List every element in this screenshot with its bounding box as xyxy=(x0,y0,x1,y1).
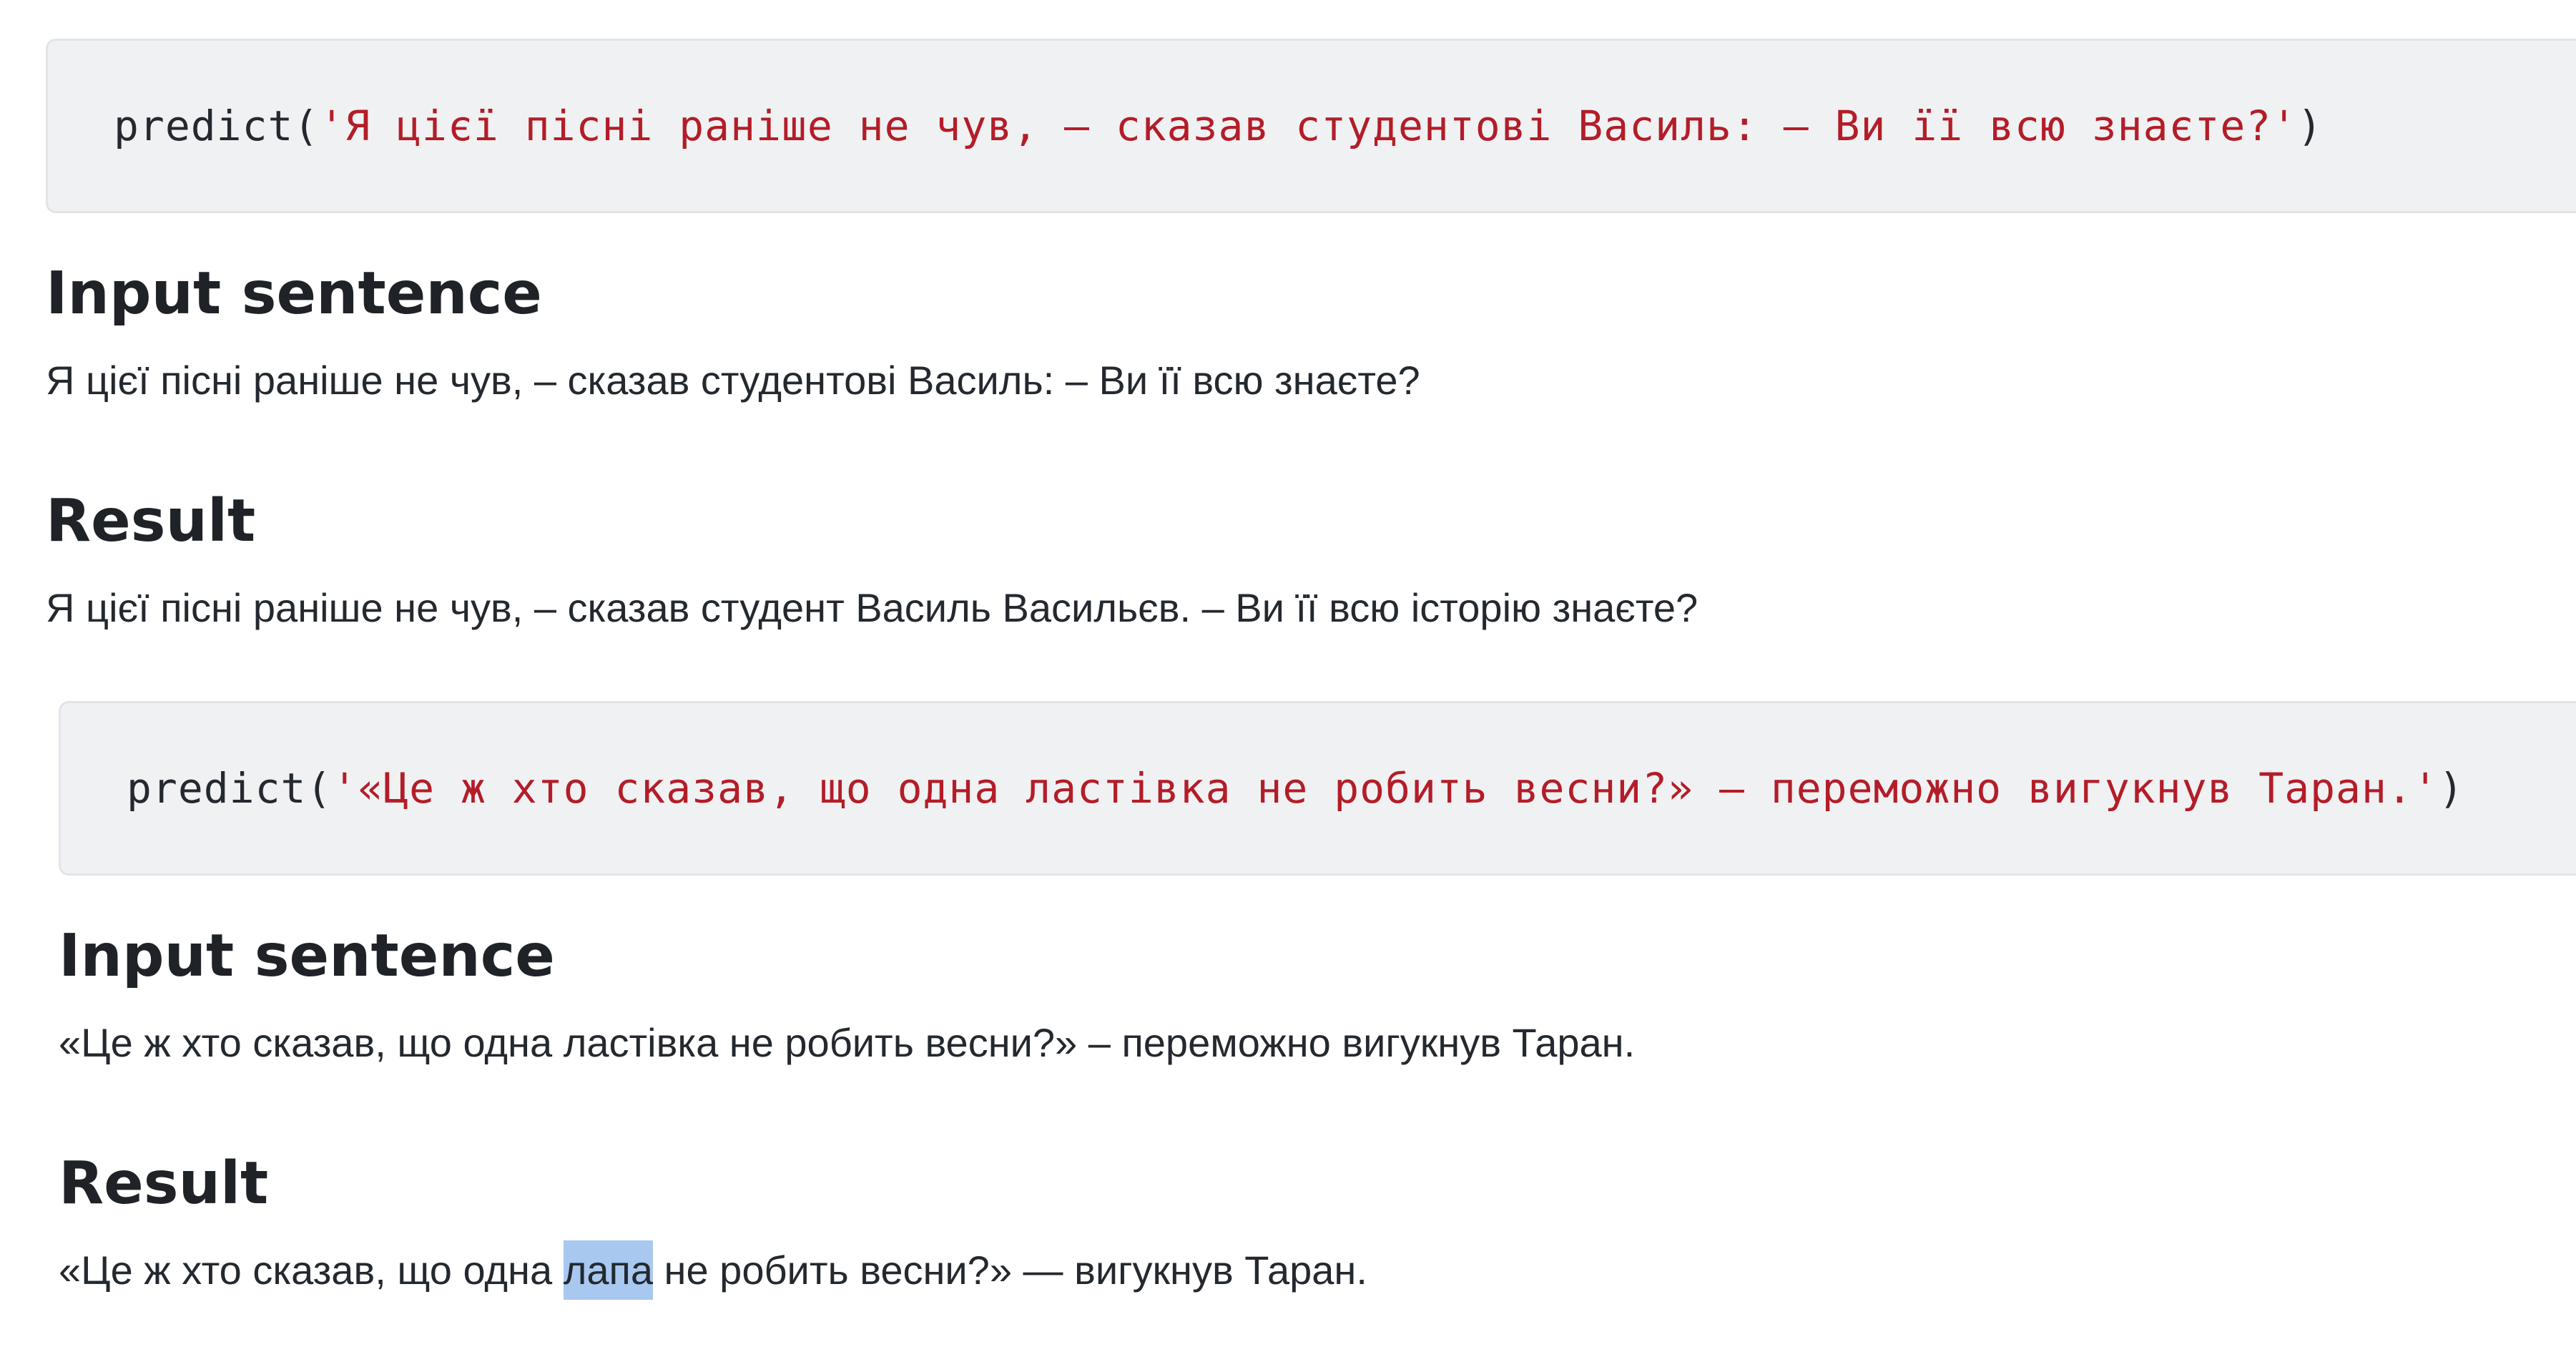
code-function: predict( xyxy=(127,764,333,813)
code-cell[interactable]: predict('«Це ж хто сказав, що одна ласті… xyxy=(59,701,2576,876)
selected-word-highlight[interactable]: лапа xyxy=(563,1240,653,1300)
input-sentence-text: «Це ж хто сказав, що одна ластівка не ро… xyxy=(59,1020,1636,1065)
input-sentence-heading: Input sentence xyxy=(46,260,542,328)
code-close-paren: ) xyxy=(2297,102,2324,150)
code-function: predict( xyxy=(114,102,320,150)
result-heading: Result xyxy=(46,487,256,555)
input-sentence-text: Я цієї пісні раніше не чув, – сказав сту… xyxy=(46,358,1420,403)
result-text: «Це ж хто сказав, що одна лапа не робить… xyxy=(59,1240,2576,1300)
code-string-argument: 'Я цієї пісні раніше не чув, – сказав ст… xyxy=(319,102,2298,150)
code-string-argument: '«Це ж хто сказав, що одна ластівка не р… xyxy=(332,764,2439,813)
result-heading: Result xyxy=(59,1150,269,1218)
result-text-after: не робить весни?» — вигукнув Таран. xyxy=(652,1248,1367,1293)
input-sentence-heading: Input sentence xyxy=(59,922,555,990)
result-text: Я цієї пісні раніше не чув, – сказав сту… xyxy=(46,585,1699,630)
code-cell[interactable]: predict('Я цієї пісні раніше не чув, – с… xyxy=(46,39,2576,213)
result-text-before: «Це ж хто сказав, що одна xyxy=(59,1248,564,1293)
prediction-block-2: predict('«Це ж хто сказав, що одна ласті… xyxy=(59,701,2576,1300)
code-close-paren: ) xyxy=(2438,764,2464,813)
prediction-block-1: predict('Я цієї пісні раніше не чув, – с… xyxy=(46,39,2576,628)
